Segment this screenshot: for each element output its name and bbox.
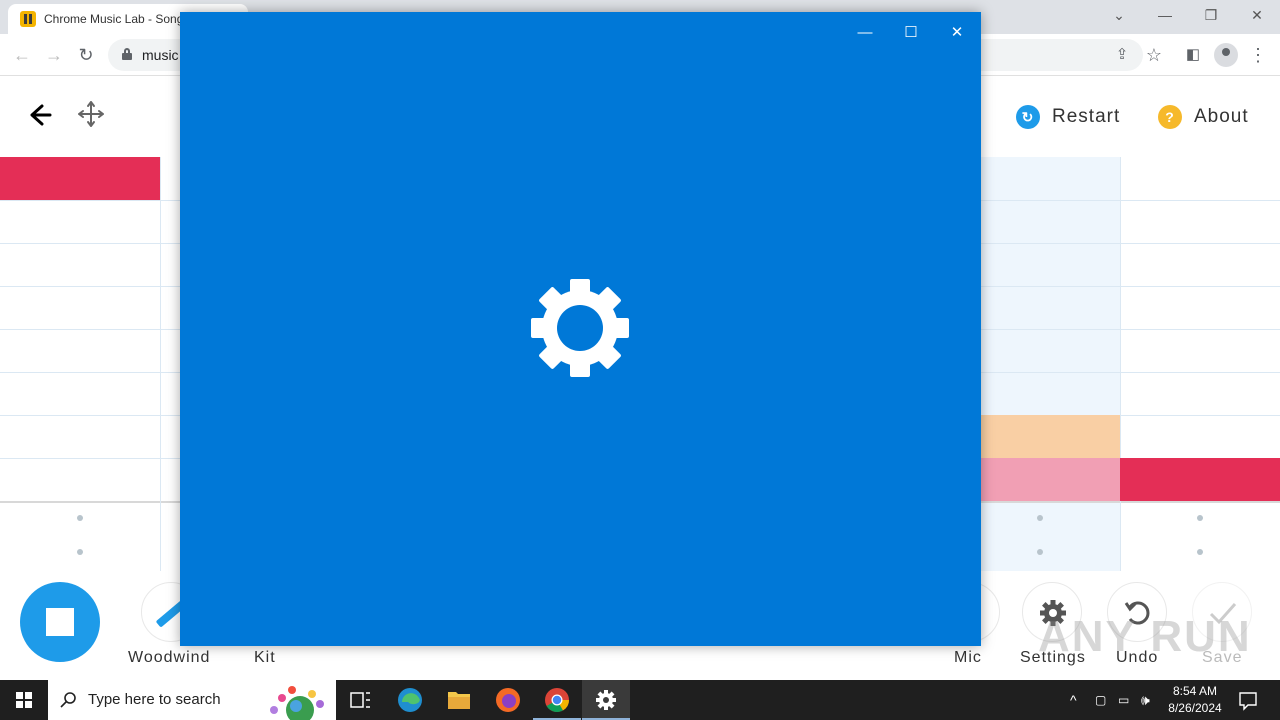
taskbar-search-box[interactable]: Type here to search [48, 680, 336, 720]
percussion-dot[interactable] [1197, 549, 1203, 555]
back-icon[interactable]: ← [10, 43, 34, 67]
task-view-icon [350, 692, 370, 708]
notifications-button[interactable] [1236, 680, 1260, 720]
tab-title: Chrome Music Lab - Song [44, 12, 184, 26]
file-explorer-button[interactable] [435, 680, 483, 720]
note-cell[interactable] [981, 415, 1120, 458]
restart-button[interactable]: ↻ Restart [1016, 103, 1120, 131]
search-highlight-doodle-icon [270, 686, 324, 720]
chrome-icon [545, 688, 569, 713]
search-placeholder: Type here to search [88, 691, 221, 708]
restore-button[interactable]: ❐ [1191, 4, 1231, 26]
music-lab-favicon-icon [20, 11, 36, 27]
clock-time: 8:54 AM [1172, 684, 1218, 698]
mic-label: Mic [954, 649, 982, 666]
settings-app-window: — ☐ ✕ [180, 12, 981, 646]
about-icon: ? [1158, 105, 1182, 129]
share-icon[interactable]: ⇪ [1110, 43, 1134, 67]
restart-label: Restart [1052, 106, 1121, 127]
screen: Chrome Music Lab - Song ⌄ — ❐ ✕ ← → ↻ mu… [0, 0, 1280, 720]
move-icon[interactable] [76, 99, 106, 136]
forward-icon[interactable]: → [42, 43, 66, 67]
minimize-button[interactable]: — [1145, 4, 1185, 26]
edge-button[interactable] [386, 680, 434, 720]
woodwind-label: Woodwind [128, 649, 211, 666]
lock-icon [122, 48, 132, 60]
tray-chevron-icon[interactable]: ^ [1070, 680, 1090, 720]
firefox-button[interactable] [484, 680, 532, 720]
close-button[interactable]: ✕ [1237, 4, 1277, 26]
restart-icon: ↻ [1016, 105, 1040, 129]
kit-label: Kit [254, 649, 276, 666]
grid-col-line [160, 157, 161, 571]
note-cell[interactable] [1120, 458, 1280, 501]
windows-taskbar: Type here to search ^ ▢ ▭ 🕪 8:54 AM 8/26… [0, 680, 1280, 720]
settings-close-button[interactable]: ✕ [934, 18, 980, 48]
url-text: music [142, 47, 179, 63]
tab-search-icon[interactable]: ⌄ [1099, 4, 1139, 26]
note-cell[interactable] [0, 157, 160, 200]
percussion-dot[interactable] [1197, 515, 1203, 521]
search-icon [60, 692, 76, 708]
firefox-icon [496, 688, 520, 712]
reload-icon[interactable]: ↻ [74, 43, 98, 67]
clock[interactable]: 8:54 AM 8/26/2024 [1164, 680, 1226, 720]
chrome-button[interactable] [533, 680, 581, 720]
windows-logo-icon [16, 692, 32, 708]
settings-maximize-button[interactable]: ☐ [888, 18, 934, 48]
side-panel-icon[interactable]: ◧ [1181, 43, 1205, 67]
profile-avatar[interactable] [1214, 43, 1238, 67]
settings-gear-icon [531, 279, 629, 377]
stop-button[interactable] [20, 582, 100, 662]
settings-taskbar-button[interactable] [582, 680, 630, 720]
percussion-dot[interactable] [1037, 549, 1043, 555]
percussion-dot[interactable] [1037, 515, 1043, 521]
folder-icon [448, 692, 470, 709]
menu-kebab-icon[interactable]: ⋮ [1246, 43, 1270, 67]
percussion-dot[interactable] [77, 515, 83, 521]
volume-icon[interactable]: 🕪 [1141, 680, 1159, 720]
anyrun-watermark: ANY RUN [1038, 612, 1252, 661]
about-label: About [1194, 106, 1249, 127]
network-icon[interactable]: ▭ [1118, 680, 1134, 720]
about-button[interactable]: ? About [1158, 103, 1249, 131]
start-button[interactable] [0, 680, 48, 720]
beat-column-highlight [980, 157, 1120, 571]
note-cell[interactable] [981, 458, 1120, 501]
settings-minimize-button[interactable]: — [842, 18, 888, 48]
edge-icon [398, 688, 422, 712]
network-device-icon[interactable]: ▢ [1095, 680, 1111, 720]
percussion-dot[interactable] [77, 549, 83, 555]
task-view-button[interactable] [336, 680, 384, 720]
clock-date: 8/26/2024 [1168, 701, 1222, 715]
notification-icon [1239, 692, 1257, 711]
grid-col-line [1120, 157, 1121, 571]
gear-icon [596, 690, 616, 710]
bookmark-star-icon[interactable]: ☆ [1142, 43, 1166, 67]
back-arrow-icon[interactable] [26, 101, 54, 137]
